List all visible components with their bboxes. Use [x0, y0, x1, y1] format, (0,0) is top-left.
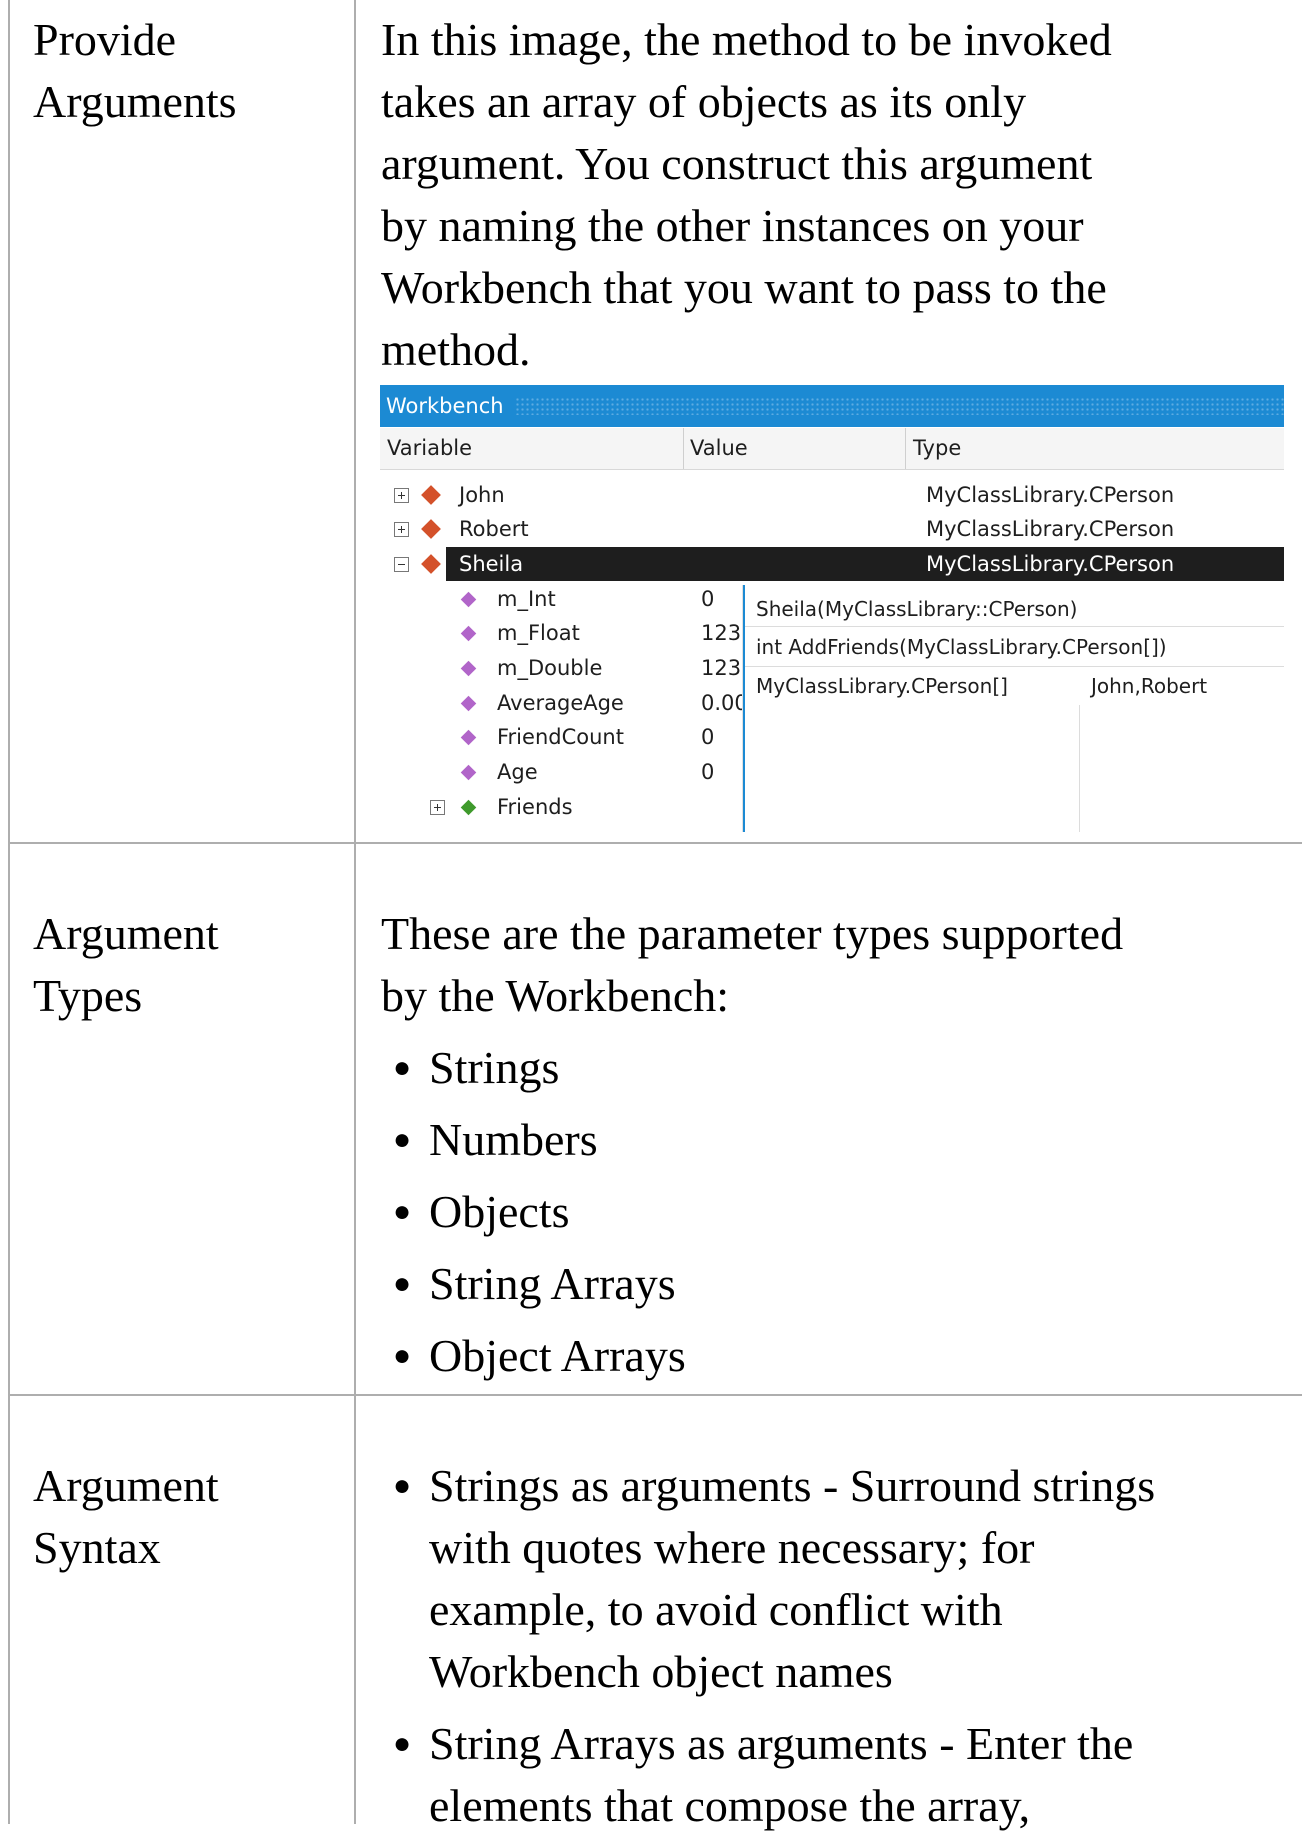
text-line: by naming the other instances on your: [381, 200, 1084, 251]
plus-box-icon[interactable]: [394, 488, 409, 503]
column-type[interactable]: Type: [906, 428, 1283, 469]
purple-gem-icon: [460, 660, 477, 677]
workbench-title: Workbench: [386, 394, 504, 418]
list-item: ● Objects: [381, 1181, 1281, 1253]
member-value: 0: [701, 725, 715, 749]
red-gem-icon: [421, 485, 441, 505]
label-line: Provide: [33, 14, 177, 65]
text-line: Workbench that you want to pass to the: [381, 262, 1107, 313]
invoke-method-popup: Sheila(MyClassLibrary::CPerson) int AddF…: [743, 585, 1284, 832]
variable-name: Sheila: [459, 552, 524, 576]
text-line: method.: [381, 324, 531, 375]
member-name: FriendCount: [497, 725, 624, 749]
row-label-provide-arguments: Provide Arguments: [33, 9, 333, 133]
label-line: Argument: [33, 1460, 219, 1511]
popup-column-divider: [1079, 705, 1080, 832]
text-line: takes an array of objects as its only: [381, 76, 1027, 127]
column-value[interactable]: Value: [683, 428, 906, 469]
purple-gem-icon: [460, 625, 477, 642]
column-variable[interactable]: Variable: [380, 428, 684, 469]
list-item: ● Strings: [381, 1037, 1281, 1109]
text-line: In this image, the method to be invoked: [381, 14, 1112, 65]
workbench-title-bar: Workbench: [380, 385, 1284, 427]
label-line: Arguments: [33, 76, 237, 127]
workbench-column-header: Variable Value Type: [380, 428, 1284, 470]
variable-name: Robert: [459, 517, 529, 541]
table-row-divider: [8, 842, 1302, 844]
bullet-icon: ●: [393, 1051, 412, 1084]
variable-type: MyClassLibrary.CPerson: [926, 552, 1175, 576]
member-name: m_Int: [497, 587, 556, 611]
label-line: Syntax: [33, 1522, 161, 1573]
minus-box-icon[interactable]: [394, 557, 409, 572]
list-item: ● String Arrays as arguments - Enter the…: [381, 1713, 1281, 1837]
row-label-argument-syntax: Argument Syntax: [33, 1455, 333, 1579]
member-name: AverageAge: [497, 691, 624, 715]
popup-parameter-row[interactable]: MyClassLibrary.CPerson[] John,Robert: [745, 667, 1284, 706]
member-value: 0: [701, 760, 715, 784]
bullet-icon: ●: [393, 1727, 412, 1760]
row-text-argument-types: These are the parameter types supported …: [381, 903, 1281, 1397]
plus-box-icon[interactable]: [430, 800, 445, 815]
bullet-icon: ●: [393, 1469, 412, 1502]
workbench-row-john[interactable]: John MyClassLibrary.CPerson: [380, 478, 1284, 512]
bullet-icon: ●: [393, 1123, 412, 1156]
bullet-icon: ●: [393, 1339, 412, 1372]
title-bar-grip: [515, 397, 1284, 415]
row-label-argument-types: Argument Types: [33, 903, 333, 1027]
syntax-list: ● Strings as arguments - Surround string…: [381, 1455, 1281, 1837]
purple-gem-icon: [460, 764, 477, 781]
member-name: Age: [497, 760, 538, 784]
workbench-screenshot: Workbench Variable Value Type John MyCla…: [380, 385, 1284, 832]
list-item: ● Object Arrays: [381, 1325, 1281, 1397]
row-text-argument-syntax: ● Strings as arguments - Surround string…: [381, 1455, 1281, 1837]
workbench-row-robert[interactable]: Robert MyClassLibrary.CPerson: [380, 512, 1284, 546]
text-line: by the Workbench:: [381, 970, 730, 1021]
text-line: argument. You construct this argument: [381, 138, 1093, 189]
variable-type: MyClassLibrary.CPerson: [926, 517, 1175, 541]
popup-object: Sheila(MyClassLibrary::CPerson): [745, 585, 1284, 627]
purple-gem-icon: [460, 591, 477, 608]
label-line: Argument: [33, 908, 219, 959]
parameter-type-list: ● Strings ● Numbers ● Objects ● String Array…: [381, 1037, 1281, 1397]
bullet-icon: ●: [393, 1195, 412, 1228]
member-value: 0.00: [701, 691, 748, 715]
list-item: ● String Arrays: [381, 1253, 1281, 1325]
popup-method[interactable]: int AddFriends(MyClassLibrary.CPerson[]): [745, 628, 1284, 667]
member-name: Friends: [497, 795, 573, 819]
variable-name: John: [459, 483, 505, 507]
member-value: 0: [701, 587, 715, 611]
table-border-left: [8, 0, 10, 1824]
purple-gem-icon: [460, 695, 477, 712]
row-text-provide-arguments: In this image, the method to be invoked …: [381, 9, 1281, 381]
member-name: m_Double: [497, 656, 603, 680]
document-table: Provide Arguments In this image, the met…: [0, 0, 1302, 1831]
list-item: ● Strings as arguments - Surround string…: [381, 1455, 1281, 1703]
plus-box-icon[interactable]: [394, 522, 409, 537]
workbench-row-sheila[interactable]: Sheila MyClassLibrary.CPerson: [446, 547, 1284, 581]
list-item: ● Numbers: [381, 1109, 1281, 1181]
red-gem-icon: [421, 554, 441, 574]
member-value: 123.: [701, 621, 748, 645]
purple-gem-icon: [460, 729, 477, 746]
variable-type: MyClassLibrary.CPerson: [926, 483, 1175, 507]
label-line: Types: [33, 970, 143, 1021]
red-gem-icon: [421, 519, 441, 539]
green-gem-icon: [460, 799, 477, 816]
bullet-icon: ●: [393, 1267, 412, 1300]
text-line: These are the parameter types supported: [381, 908, 1124, 959]
table-column-divider: [354, 0, 356, 1824]
parameter-value[interactable]: John,Robert: [1091, 667, 1207, 706]
member-name: m_Float: [497, 621, 580, 645]
parameter-type: MyClassLibrary.CPerson[]: [756, 674, 1008, 698]
